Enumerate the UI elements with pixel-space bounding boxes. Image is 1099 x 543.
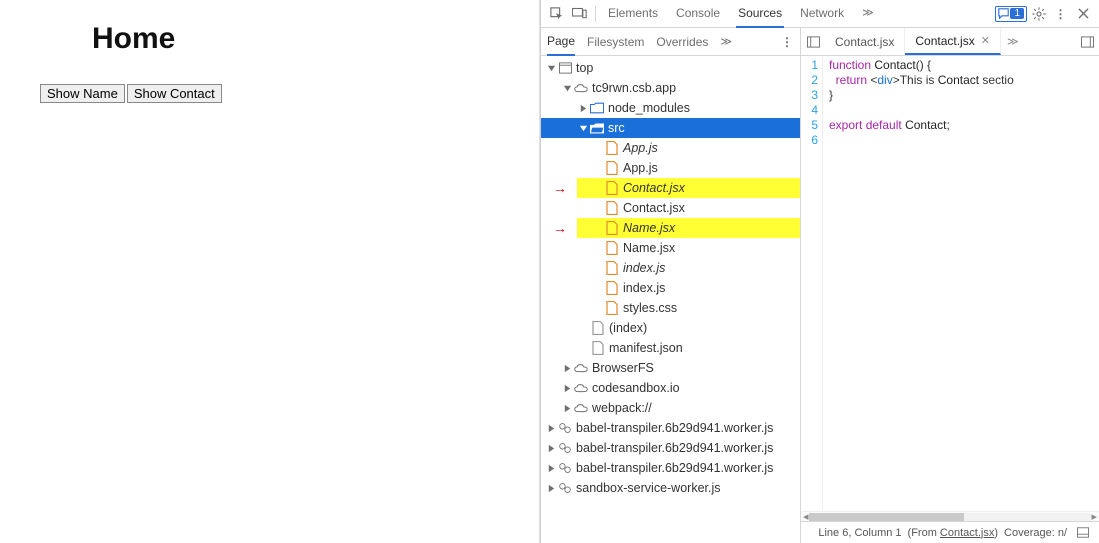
cloud-icon <box>574 401 588 415</box>
editor-tab-contact-2[interactable]: Contact.jsx✕ <box>905 28 1001 55</box>
settings-icon[interactable] <box>1029 4 1049 24</box>
more-tabs-icon[interactable]: ≫ <box>860 0 876 28</box>
cloud-icon <box>574 81 588 95</box>
sources-subtabs: Page Filesystem Overrides ≫ ⋮ <box>541 28 800 56</box>
tree-worker2[interactable]: babel-transpiler.6b29d941.worker.js <box>541 438 800 458</box>
tree-browserfs[interactable]: BrowserFS <box>541 358 800 378</box>
code-editor[interactable]: 123456 function Contact() { return <div>… <box>801 56 1099 511</box>
kebab-menu-icon[interactable]: ⋮ <box>1051 4 1071 24</box>
code-content[interactable]: function Contact() { return <div>This is… <box>823 56 1014 511</box>
tree-top[interactable]: top <box>541 58 800 78</box>
tree-file-name[interactable]: Name.jsx <box>541 238 800 258</box>
tree-site[interactable]: tc9rwn.csb.app <box>541 78 800 98</box>
tree-src[interactable]: src <box>541 118 800 138</box>
subtab-filesystem[interactable]: Filesystem <box>587 29 644 55</box>
file-icon <box>605 181 619 195</box>
tree-file-contact[interactable]: Contact.jsx <box>541 198 800 218</box>
tree-file-manifest[interactable]: manifest.json <box>541 338 800 358</box>
folder-open-icon <box>590 121 604 135</box>
cloud-icon <box>574 381 588 395</box>
file-icon <box>605 161 619 175</box>
show-contact-button[interactable]: Show Contact <box>127 84 222 103</box>
tree-file-index-italic[interactable]: index.js <box>541 258 800 278</box>
editor-statusbar: Line 6, Column 1 (From Contact.jsx) Cove… <box>801 521 1099 543</box>
file-icon <box>605 241 619 255</box>
tab-console[interactable]: Console <box>674 0 722 28</box>
worker-icon <box>558 461 572 475</box>
device-toggle-icon[interactable] <box>569 4 589 24</box>
window-icon <box>558 61 572 75</box>
tree-file-index[interactable]: index.js <box>541 278 800 298</box>
subtab-overrides[interactable]: Overrides <box>656 29 708 55</box>
coverage-label: Coverage: n/ <box>1004 527 1067 539</box>
file-icon <box>605 141 619 155</box>
tree-file-contact-italic[interactable]: →Contact.jsx <box>541 178 800 198</box>
tree-worker3[interactable]: babel-transpiler.6b29d941.worker.js <box>541 458 800 478</box>
devtools-toolbar: Elements Console Sources Network ≫ 1 ⋮ <box>541 0 1099 28</box>
file-icon <box>605 281 619 295</box>
file-icon <box>605 201 619 215</box>
status-from-link[interactable]: Contact.jsx <box>940 527 994 539</box>
cloud-icon <box>574 361 588 375</box>
devtools-panel: Elements Console Sources Network ≫ 1 ⋮ P… <box>540 0 1099 543</box>
page-title: Home <box>92 22 519 56</box>
tree-file-appjs[interactable]: App.js <box>541 158 800 178</box>
app-preview-pane: Home Show Name Show Contact <box>0 0 540 543</box>
file-icon <box>591 341 605 355</box>
worker-icon <box>558 441 572 455</box>
close-tab-icon[interactable]: ✕ <box>981 34 990 47</box>
file-icon <box>605 221 619 235</box>
tree-file-appjs-italic[interactable]: App.js <box>541 138 800 158</box>
close-devtools-icon[interactable] <box>1073 4 1093 24</box>
folder-icon <box>590 101 604 115</box>
editor-hscrollbar[interactable]: ◂▸ <box>801 511 1099 521</box>
tab-sources[interactable]: Sources <box>736 0 784 28</box>
file-icon <box>605 301 619 315</box>
tree-file-name-italic[interactable]: →Name.jsx <box>541 218 800 238</box>
editor-panel: Contact.jsx Contact.jsx✕ ≫ 123456 functi… <box>801 28 1099 543</box>
line-gutter: 123456 <box>801 56 823 511</box>
tree-codesandbox[interactable]: codesandbox.io <box>541 378 800 398</box>
tree-sw[interactable]: sandbox-service-worker.js <box>541 478 800 498</box>
worker-icon <box>558 481 572 495</box>
tree-file-styles[interactable]: styles.css <box>541 298 800 318</box>
tab-elements[interactable]: Elements <box>606 0 660 28</box>
tree-webpack[interactable]: webpack:// <box>541 398 800 418</box>
worker-icon <box>558 421 572 435</box>
issues-badge: 1 <box>1010 8 1024 19</box>
tree-node-modules[interactable]: node_modules <box>541 98 800 118</box>
arrow-annotation-icon: → <box>553 180 567 196</box>
editor-tab-contact-1[interactable]: Contact.jsx <box>825 28 905 55</box>
more-editor-tabs-icon[interactable]: ≫ <box>1001 35 1025 48</box>
sources-navigator: Page Filesystem Overrides ≫ ⋮ top tc9rwn… <box>541 28 801 543</box>
subtab-page[interactable]: Page <box>547 28 575 56</box>
toggle-navigator-icon[interactable] <box>801 28 825 55</box>
navigator-menu-icon[interactable]: ⋮ <box>781 29 794 55</box>
tab-network[interactable]: Network <box>798 0 846 28</box>
editor-tabs: Contact.jsx Contact.jsx✕ ≫ <box>801 28 1099 56</box>
file-icon <box>591 321 605 335</box>
tree-file-index-page[interactable]: (index) <box>541 318 800 338</box>
status-from: (From Contact.jsx) <box>908 527 998 539</box>
issues-button[interactable]: 1 <box>995 6 1027 22</box>
toggle-debugger-icon[interactable] <box>1075 28 1099 55</box>
arrow-annotation-icon: → <box>553 220 567 236</box>
button-row: Show Name Show Contact <box>40 84 519 103</box>
more-subtabs-icon[interactable]: ≫ <box>720 29 732 54</box>
devtools-main-tabs: Elements Console Sources Network ≫ <box>606 0 876 28</box>
show-drawer-icon[interactable] <box>1073 523 1093 543</box>
divider <box>595 6 596 22</box>
file-icon <box>605 261 619 275</box>
cursor-location: Line 6, Column 1 <box>818 527 901 539</box>
show-name-button[interactable]: Show Name <box>40 84 125 103</box>
tree-worker1[interactable]: babel-transpiler.6b29d941.worker.js <box>541 418 800 438</box>
inspect-icon[interactable] <box>547 4 567 24</box>
file-tree[interactable]: top tc9rwn.csb.app node_modules src App.… <box>541 56 800 543</box>
